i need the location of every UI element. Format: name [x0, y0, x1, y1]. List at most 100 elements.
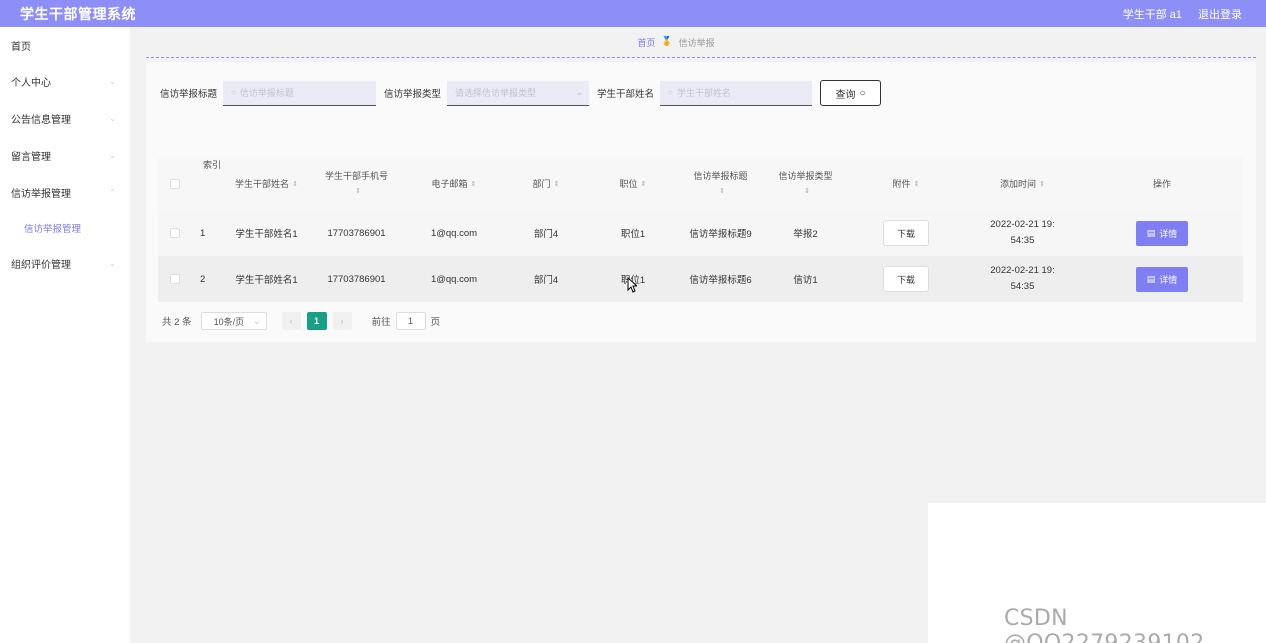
row-checkbox[interactable] — [170, 228, 180, 238]
header-type[interactable]: 信访举报类型 ⇕ — [763, 158, 848, 210]
medal-icon: 🏅 — [661, 36, 673, 46]
sidebar-item-label: 个人中心 — [11, 78, 51, 89]
name-search-placeholder: 学生干部姓名 — [676, 88, 731, 98]
cell-type: 信访1 — [793, 275, 818, 286]
query-button[interactable]: 查询 ○ — [820, 80, 882, 106]
document-icon: ▤ — [1146, 273, 1156, 284]
cell-name: 学生干部姓名1 — [235, 275, 298, 286]
data-table: 索引 学生干部姓名 ⇕ 学生干部手机号 ⇕ 电子邮箱 ⇕ 部门 ⇕ 职位 ⇕ 信访举报标题… — [158, 158, 1243, 302]
logout-link[interactable]: 退出登录 — [1198, 6, 1242, 22]
download-button[interactable]: 下载 — [883, 266, 929, 292]
sort-icon: ⇕ — [804, 188, 810, 195]
name-search-input[interactable]: ○ 学生干部姓名 — [660, 80, 813, 106]
header-title[interactable]: 信访举报标题 ⇕ — [678, 158, 763, 210]
chevron-down-icon: ⌄ — [109, 259, 116, 268]
breadcrumb-home[interactable]: 首页 — [637, 36, 655, 49]
cell-dept: 部门4 — [533, 275, 559, 286]
current-user: 学生干部 a1 — [1122, 8, 1182, 21]
title-search-input[interactable]: ○ 信访举报标题 — [223, 80, 377, 106]
header-attachment[interactable]: 附件 ⇕ — [848, 158, 964, 210]
sort-icon: ⇕ — [640, 180, 647, 188]
title-search-placeholder: 信访举报标题 — [239, 88, 294, 98]
table-row: 2 学生干部姓名1 17703786901 1@qq.com 部门4 职位1 信… — [158, 256, 1243, 302]
select-all-checkbox[interactable] — [170, 179, 180, 189]
next-page-button[interactable]: › — [332, 312, 352, 330]
search-icon: ○ — [668, 88, 673, 97]
cell-time: 2022-02-21 19: 54:35 — [990, 265, 1055, 292]
sidebar-item-label: 留言管理 — [11, 152, 51, 163]
content-panel: 信访举报标题 ○ 信访举报标题 信访举报类型 请选择信访举报类型 ⌄ 学生干部姓… — [146, 62, 1256, 342]
type-select-placeholder: 请选择信访举报类型 — [455, 88, 537, 98]
chevron-down-icon: ⌄ — [109, 151, 116, 160]
sidebar-item-personal-center[interactable]: 个人中心 ⌄ — [0, 63, 130, 100]
chevron-down-icon: ⌄ — [109, 114, 116, 123]
page-size-select[interactable]: 10条/页 ⌄ — [200, 312, 267, 330]
header-email[interactable]: 电子邮箱 ⇕ — [404, 158, 504, 210]
page-number-active[interactable]: 1 — [306, 312, 327, 330]
chevron-down-icon: ⌄ — [253, 315, 261, 326]
header-index: 索引 — [202, 160, 221, 170]
cell-email: 1@qq.com — [430, 227, 478, 239]
chevron-up-icon: ⌃ — [109, 188, 116, 197]
download-button[interactable]: 下载 — [883, 220, 929, 246]
sidebar-item-messages[interactable]: 留言管理 ⌄ — [0, 137, 130, 174]
watermark: CSDN @QQ2279239102 — [1004, 606, 1204, 643]
chevron-left-icon: ‹ — [289, 316, 293, 326]
cell-index: 2 — [200, 273, 206, 285]
cell-type: 举报2 — [793, 229, 818, 240]
header-phone[interactable]: 学生干部手机号 ⇕ — [309, 158, 404, 210]
search-icon: ○ — [859, 87, 866, 99]
sort-icon: ⇕ — [355, 188, 361, 195]
table-row: 1 学生干部姓名1 17703786901 1@qq.com 部门4 职位1 信… — [158, 210, 1243, 256]
table-header: 索引 学生干部姓名 ⇕ 学生干部手机号 ⇕ 电子邮箱 ⇕ 部门 ⇕ 职位 ⇕ 信访举报标题… — [158, 158, 1243, 210]
title-search-label: 信访举报标题 — [160, 89, 218, 100]
sort-icon: ⇕ — [1039, 180, 1045, 188]
chevron-right-icon: › — [340, 316, 344, 326]
total-count: 共 2 条 — [162, 317, 192, 328]
search-icon: ○ — [231, 88, 236, 97]
sort-icon: ⇕ — [719, 188, 725, 195]
sort-icon: ⇕ — [470, 180, 477, 188]
chevron-down-icon: ⌄ — [575, 87, 584, 97]
name-search-label: 学生干部姓名 — [597, 89, 655, 100]
header-dept[interactable]: 部门 ⇕ — [504, 158, 588, 210]
pagination: 共 2 条 10条/页 ⌄ ‹ 1 › 前往 1 页 — [162, 311, 440, 331]
sort-icon: ⇕ — [553, 180, 560, 188]
sidebar-item-org-evaluation[interactable]: 组织评价管理 ⌄ — [0, 245, 130, 282]
chevron-down-icon: ⌄ — [109, 77, 116, 86]
goto-label: 前往 — [371, 317, 391, 328]
header-name[interactable]: 学生干部姓名 ⇕ — [224, 158, 309, 210]
sidebar-item-label: 信访举报管理 — [11, 189, 71, 200]
mouse-cursor-icon — [627, 277, 637, 293]
document-icon: ▤ — [1146, 227, 1156, 238]
detail-button[interactable]: ▤ 详情 — [1136, 220, 1188, 246]
type-search-label: 信访举报类型 — [384, 89, 442, 100]
cell-phone: 17703786901 — [327, 273, 386, 285]
detail-button[interactable]: ▤ 详情 — [1136, 266, 1188, 292]
cell-position: 职位1 — [620, 229, 646, 240]
sidebar-item-label: 组织评价管理 — [11, 260, 71, 271]
prev-page-button[interactable]: ‹ — [281, 312, 301, 330]
header-time[interactable]: 添加时间 ⇕ — [964, 158, 1081, 210]
sort-icon: ⇕ — [913, 180, 920, 188]
row-checkbox[interactable] — [170, 274, 180, 284]
top-bar: 学生干部管理系统 学生干部 a1 退出登录 — [0, 0, 1266, 27]
cell-title: 信访举报标题9 — [689, 229, 752, 240]
type-select[interactable]: 请选择信访举报类型 ⌄ — [447, 80, 590, 106]
cell-phone: 17703786901 — [327, 227, 386, 239]
app-title: 学生干部管理系统 — [20, 5, 136, 22]
breadcrumb: 首页 🏅 信访举报 — [146, 36, 1256, 58]
header-actions: 操作 — [1152, 178, 1171, 189]
sidebar-subitem-petition-manage[interactable]: 信访举报管理 — [0, 211, 130, 245]
cell-index: 1 — [200, 227, 206, 239]
header-position[interactable]: 职位 ⇕ — [588, 158, 678, 210]
sidebar-item-announcements[interactable]: 公告信息管理 ⌄ — [0, 100, 130, 137]
search-bar: 信访举报标题 ○ 信访举报标题 信访举报类型 请选择信访举报类型 ⌄ 学生干部姓… — [160, 80, 882, 106]
cell-time: 2022-02-21 19: 54:35 — [990, 219, 1055, 246]
sidebar-item-home[interactable]: 首页 — [0, 27, 130, 63]
query-button-label: 查询 — [835, 89, 856, 101]
cell-name: 学生干部姓名1 — [235, 229, 298, 240]
goto-page-input[interactable]: 1 — [395, 312, 426, 330]
cell-title: 信访举报标题6 — [689, 275, 752, 286]
sidebar-item-petition[interactable]: 信访举报管理 ⌃ — [0, 174, 130, 211]
